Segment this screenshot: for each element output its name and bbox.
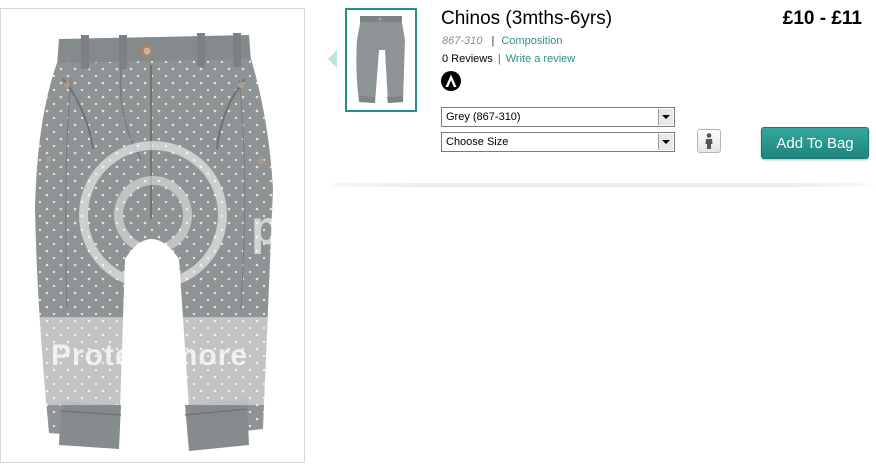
person-icon bbox=[705, 133, 713, 149]
add-to-bag-button[interactable]: Add To Bag bbox=[761, 127, 869, 159]
product-price: £10 - £11 bbox=[782, 8, 862, 29]
separator: | bbox=[497, 53, 501, 65]
product-code-line: 867-310 | Composition bbox=[442, 35, 563, 47]
divider bbox=[334, 183, 874, 187]
product-thumbnail[interactable] bbox=[345, 8, 417, 112]
separator: | bbox=[491, 35, 495, 47]
size-select-value: Choose Size bbox=[446, 136, 509, 148]
watermark-text: Protect more bbox=[51, 339, 249, 372]
chevron-down-icon[interactable] bbox=[658, 109, 673, 125]
colour-select[interactable]: Grey (867-310) bbox=[441, 107, 675, 127]
colour-select-value: Grey (867-310) bbox=[446, 111, 521, 123]
reviews-count: 0 Reviews bbox=[442, 53, 493, 65]
a-logo-icon bbox=[441, 71, 461, 91]
product-title: Chinos (3mths-6yrs) bbox=[441, 8, 613, 29]
chevron-left-icon[interactable] bbox=[328, 50, 337, 68]
chinos-thumbnail-image bbox=[356, 16, 405, 103]
reviews-line: 0 Reviews | Write a review bbox=[442, 53, 575, 65]
write-review-link[interactable]: Write a review bbox=[506, 53, 575, 65]
watermark-letter: p bbox=[251, 202, 281, 255]
main-product-image: Protect more p bbox=[0, 8, 305, 463]
chevron-down-icon[interactable] bbox=[658, 134, 673, 150]
product-code: 867-310 bbox=[442, 35, 483, 47]
composition-link[interactable]: Composition bbox=[501, 35, 562, 47]
size-select[interactable]: Choose Size bbox=[441, 132, 675, 152]
watermark-logo-icon bbox=[79, 141, 227, 289]
size-guide-button[interactable] bbox=[697, 129, 721, 153]
